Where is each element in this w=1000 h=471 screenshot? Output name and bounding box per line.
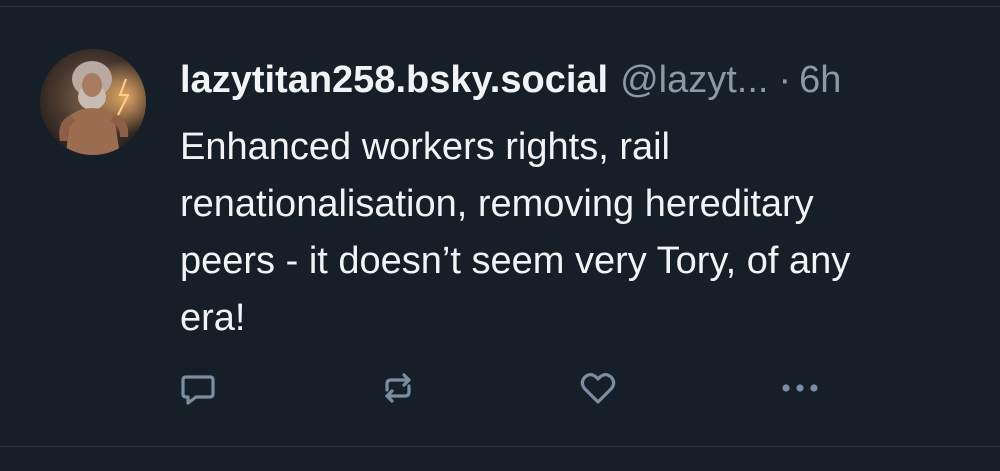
avatar[interactable]: [40, 49, 146, 155]
more-options-button[interactable]: [778, 366, 822, 410]
author-handle[interactable]: @lazyt...: [620, 59, 768, 102]
speech-bubble-icon: [181, 375, 215, 405]
repost-arrows-icon: [385, 373, 411, 403]
post-text: Enhanced workers rights, rail renational…: [180, 126, 851, 339]
separator-dot: ·: [778, 58, 792, 101]
post-timestamp[interactable]: 6h: [799, 59, 841, 102]
top-divider: [0, 6, 1000, 7]
heart-icon: [580, 373, 616, 404]
post-header: lazytitan258.bsky.social @lazyt... · 6h: [180, 52, 841, 108]
author-display-name[interactable]: lazytitan258.bsky.social: [180, 59, 608, 102]
post-actions: [0, 366, 1000, 410]
like-button[interactable]: [576, 366, 620, 410]
more-dots-icon: [782, 384, 818, 392]
repost-button[interactable]: [376, 366, 420, 410]
reply-button[interactable]: [176, 366, 220, 410]
avatar-image: [40, 49, 146, 155]
bottom-divider: [0, 446, 1000, 447]
